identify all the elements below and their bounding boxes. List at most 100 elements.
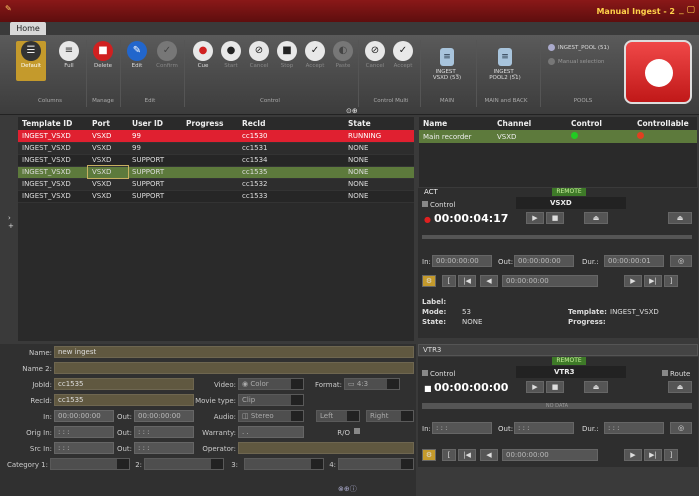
confirm-button[interactable]: ✓ Confirm <box>152 41 182 81</box>
stop-button[interactable]: ■ <box>546 381 564 393</box>
col-port[interactable]: Port <box>88 117 128 130</box>
category1-select[interactable] <box>50 458 130 470</box>
forward-button[interactable]: ▶ <box>624 449 642 461</box>
in-timecode-field[interactable]: 00:00:00:00 <box>432 255 492 267</box>
audio-left-select[interactable]: Left <box>316 410 360 422</box>
cue-button[interactable]: ● Cue <box>188 41 218 81</box>
delete-button[interactable]: ■ Delete <box>88 41 118 81</box>
table-row[interactable]: INGEST_VSXD VSXD SUPPORT cc1534 NONE <box>18 154 414 167</box>
name2-field[interactable] <box>54 362 414 374</box>
accept-button[interactable]: ✓ Accept <box>300 41 330 81</box>
category4-select[interactable] <box>338 458 414 470</box>
eject-button[interactable]: ⏏ <box>584 212 608 224</box>
dur-timecode-field[interactable]: 00:00:00:01 <box>604 255 664 267</box>
out-timecode-field[interactable]: : : : <box>514 422 574 434</box>
col-user-id[interactable]: User ID <box>128 117 182 130</box>
table-row[interactable]: INGEST_VSXD VSXD SUPPORT cc1532 NONE <box>18 178 414 191</box>
category2-select[interactable] <box>144 458 224 470</box>
col-recid[interactable]: RecId <box>238 117 344 130</box>
full-columns-button[interactable]: ≡ Full <box>54 41 84 81</box>
preview-button[interactable]: ◎ <box>670 255 692 267</box>
manual-selection-option[interactable]: Manual selection <box>548 58 604 65</box>
out-timecode-field[interactable]: 00:00:00:00 <box>134 410 194 422</box>
category3-select[interactable] <box>244 458 324 470</box>
mark-in-button[interactable]: [ <box>442 449 456 461</box>
eject2-button[interactable]: ⏏ <box>668 212 692 224</box>
warranty-field[interactable]: . . <box>238 426 304 438</box>
cancel-button[interactable]: ⊘ Cancel <box>244 41 274 81</box>
forward-button[interactable]: ▶ <box>624 275 642 287</box>
rewind-button[interactable]: ◀ <box>480 275 498 287</box>
jobid-field[interactable]: cc1535 <box>54 378 194 390</box>
orig-in-field[interactable]: : : : <box>54 426 114 438</box>
pool-option-1[interactable]: INGEST_POOL (51) <box>548 44 609 51</box>
expand-icon[interactable]: ⊗⊕ⓘ <box>338 484 357 494</box>
col-template-id[interactable]: Template ID <box>18 117 88 130</box>
in-timecode-field[interactable]: : : : <box>432 422 492 434</box>
mark-out-button[interactable]: ] <box>664 275 678 287</box>
name-field[interactable]: new ingest <box>54 346 414 358</box>
table-row[interactable]: INGEST_VSXD VSXD 99 cc1531 NONE <box>18 142 414 155</box>
readonly-checkbox[interactable] <box>354 428 360 434</box>
goto-timecode-field[interactable]: 00:00:00:00 <box>502 275 598 287</box>
preview-button[interactable]: ◎ <box>670 422 692 434</box>
eject-button[interactable]: ⏏ <box>584 381 608 393</box>
record-button[interactable] <box>624 40 692 104</box>
paste-button[interactable]: ◐ Paste <box>328 41 358 81</box>
col-progress[interactable]: Progress <box>182 117 238 130</box>
src-in-field[interactable]: : : : <box>54 442 114 454</box>
goto-in-button[interactable]: |◀ <box>458 449 476 461</box>
multi-accept-button[interactable]: ✓ Accept <box>388 41 418 81</box>
edit-button[interactable]: ✎ Edit <box>122 41 152 81</box>
collapse-arrow-icon[interactable]: › + <box>8 214 14 230</box>
vtr-select[interactable]: VTR3 <box>418 344 698 356</box>
orig-out-field[interactable]: : : : <box>134 426 194 438</box>
goto-out-button[interactable]: ▶| <box>644 449 662 461</box>
format-select[interactable]: ▭ 4:3 <box>344 378 400 390</box>
table-row[interactable]: INGEST_VSXD VSXD 99 cc1530 RUNNING <box>18 130 414 143</box>
control-checkbox[interactable]: Control <box>422 370 455 378</box>
window-controls[interactable]: _ ▢ <box>679 5 695 15</box>
col-name[interactable]: Name <box>419 117 493 130</box>
start-button[interactable]: ● Start <box>216 41 246 81</box>
stop-button[interactable]: ■ <box>546 212 564 224</box>
stop-button[interactable]: ■ Stop <box>272 41 302 81</box>
in-timecode-field[interactable]: 00:00:00:00 <box>54 410 114 422</box>
goto-in-button[interactable]: |◀ <box>458 275 476 287</box>
eject2-button[interactable]: ⏏ <box>668 381 692 393</box>
audio-select[interactable]: ◫ Stereo <box>238 410 304 422</box>
col-state[interactable]: State <box>344 117 414 130</box>
video-select[interactable]: ◉ Color <box>238 378 304 390</box>
channel-row[interactable]: Main recorder VSXD <box>419 130 697 143</box>
dur-timecode-field[interactable]: : : : <box>604 422 664 434</box>
position-slider[interactable] <box>422 235 692 239</box>
table-row[interactable]: INGEST_VSXD VSXD SUPPORT cc1533 NONE <box>18 190 414 203</box>
rewind-button[interactable]: ◀ <box>480 449 498 461</box>
main-pool-button[interactable]: ≡ INGEST_ VSXD (53) <box>430 48 464 81</box>
settings-button[interactable]: ⚙ <box>422 449 436 461</box>
src-out-field[interactable]: : : : <box>134 442 194 454</box>
route-checkbox[interactable]: Route <box>662 370 690 378</box>
goto-timecode-field[interactable]: 00:00:00:00 <box>502 449 598 461</box>
expand-chevron-icon[interactable]: ⊙⊕ <box>346 107 364 116</box>
operator-field[interactable] <box>238 442 414 454</box>
col-control[interactable]: Control <box>567 117 633 130</box>
default-columns-button[interactable]: ☰ Default <box>16 41 46 81</box>
settings-button[interactable]: ⚙ <box>422 275 436 287</box>
col-controllable[interactable]: Controllable <box>633 117 697 130</box>
audio-right-select[interactable]: Right <box>366 410 414 422</box>
play-button[interactable]: ▶ <box>526 381 544 393</box>
mark-out-button[interactable]: ] <box>664 449 678 461</box>
tab-home[interactable]: Home <box>10 22 46 36</box>
play-button[interactable]: ▶ <box>526 212 544 224</box>
col-channel[interactable]: Channel <box>493 117 567 130</box>
movietype-select[interactable]: Clip <box>238 394 304 406</box>
goto-out-button[interactable]: ▶| <box>644 275 662 287</box>
multi-cancel-button[interactable]: ⊘ Cancel <box>360 41 390 81</box>
recid-field[interactable]: cc1535 <box>54 394 194 406</box>
mark-in-button[interactable]: [ <box>442 275 456 287</box>
control-checkbox[interactable]: Control <box>422 201 455 209</box>
main-backup-pool-button[interactable]: ≡ INGEST_ POOL2 (51) <box>488 48 522 81</box>
table-row-selected[interactable]: INGEST_VSXD VSXD SUPPORT cc1535 NONE <box>18 165 414 179</box>
out-timecode-field[interactable]: 00:00:00:00 <box>514 255 574 267</box>
